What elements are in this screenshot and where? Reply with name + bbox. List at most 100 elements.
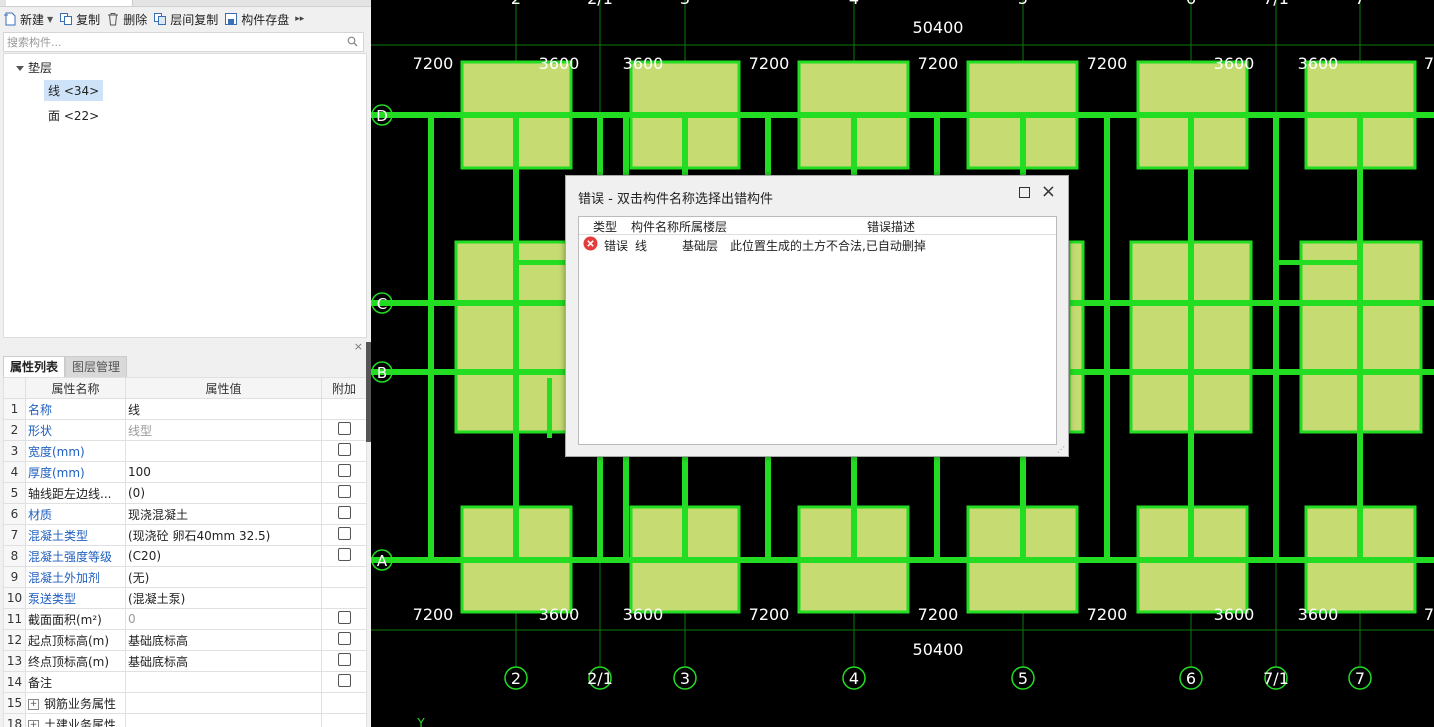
prop-name: 备注 bbox=[25, 671, 126, 693]
property-tabs: 属性列表 图层管理 bbox=[3, 356, 128, 378]
tree-item-area[interactable]: 面 <22> bbox=[48, 107, 99, 124]
table-row[interactable]: 12 起点顶标高(m) 基础底标高 bbox=[3, 629, 367, 651]
prop-value[interactable]: (混凝土泵) bbox=[125, 587, 322, 609]
save-component-button[interactable]: 构件存盘 bbox=[221, 8, 292, 30]
more-button[interactable]: ▸▸ bbox=[292, 8, 307, 30]
table-row[interactable]: 11 截面面积(m²) 0 bbox=[3, 608, 367, 630]
delete-button[interactable]: 删除 bbox=[103, 8, 150, 30]
tree-node-cushion[interactable]: 垫层 bbox=[16, 59, 52, 76]
prop-value[interactable]: (现浇砼 卵石40mm 32.5) bbox=[125, 524, 322, 546]
table-row[interactable]: 3 宽度(mm) bbox=[3, 440, 367, 462]
table-row[interactable]: 13 终点顶标高(m) 基础底标高 bbox=[3, 650, 367, 672]
dimension-label-top: 3600 bbox=[1298, 54, 1339, 73]
prop-value[interactable]: 线 bbox=[125, 398, 322, 420]
prop-value[interactable]: 0 bbox=[125, 608, 322, 630]
extra-checkbox[interactable] bbox=[337, 464, 351, 477]
row-number: 11 bbox=[3, 608, 26, 630]
table-row[interactable]: 6 材质 现浇混凝土 bbox=[3, 503, 367, 525]
prop-name: 截面面积(m²) bbox=[25, 608, 126, 630]
header-type[interactable]: 类型 bbox=[593, 218, 617, 235]
close-icon[interactable]: × bbox=[1041, 181, 1056, 202]
prop-value[interactable] bbox=[125, 440, 322, 462]
table-row[interactable]: 4 厚度(mm) 100 bbox=[3, 461, 367, 483]
new-button[interactable]: 新建 ▼ bbox=[0, 8, 56, 30]
table-row[interactable]: 10 泵送类型 (混凝土泵) bbox=[3, 587, 367, 609]
extra-checkbox[interactable] bbox=[337, 506, 351, 519]
prop-value[interactable]: 100 bbox=[125, 461, 322, 483]
row-number: 8 bbox=[3, 545, 26, 567]
table-row[interactable]: 18 + 土建业务属性 bbox=[3, 713, 367, 727]
copy-icon bbox=[60, 13, 73, 25]
chevron-down-icon[interactable]: ▼ bbox=[47, 15, 53, 24]
prop-name: 厚度(mm) bbox=[25, 461, 126, 483]
expand-plus-icon[interactable]: + bbox=[28, 698, 39, 710]
header-floor[interactable]: 所属楼层 bbox=[679, 218, 727, 235]
dimension-label-bottom: 7200 bbox=[918, 605, 959, 624]
dimension-label-bottom: 7200 bbox=[413, 605, 454, 624]
prop-value[interactable] bbox=[125, 671, 322, 693]
left-panel: 新建 ▼ 复制 删除 层间复制 构件存盘 ▸▸ 垫层 线 < bbox=[0, 0, 371, 727]
row-bubble-label: B bbox=[377, 364, 387, 382]
axis-bubble-label: 4 bbox=[849, 669, 859, 688]
copy-button[interactable]: 复制 bbox=[56, 8, 103, 30]
extra-cell bbox=[321, 650, 367, 672]
row-number: 1 bbox=[3, 398, 26, 420]
tree-item-line[interactable]: 线 <34> bbox=[44, 80, 104, 101]
prop-value[interactable]: 线型 bbox=[125, 419, 322, 441]
extra-checkbox[interactable] bbox=[337, 632, 351, 645]
extra-checkbox[interactable] bbox=[337, 653, 351, 666]
extra-checkbox[interactable] bbox=[337, 674, 351, 687]
prop-value[interactable]: 现浇混凝土 bbox=[125, 503, 322, 525]
extra-cell bbox=[321, 566, 367, 588]
tree-item-label: 面 <22> bbox=[48, 109, 100, 123]
extra-checkbox[interactable] bbox=[337, 422, 351, 435]
table-row[interactable]: 9 混凝土外加剂 (无) bbox=[3, 566, 367, 588]
prop-name: 钢筋业务属性 bbox=[44, 696, 117, 711]
extra-checkbox[interactable] bbox=[337, 527, 351, 540]
dimension-label-top: 3600 bbox=[1214, 54, 1255, 73]
row-number: 4 bbox=[3, 461, 26, 483]
error-component[interactable]: 线 bbox=[635, 237, 647, 254]
prop-group[interactable]: + 土建业务属性 bbox=[25, 713, 126, 727]
table-row[interactable]: 15 + 钢筋业务属性 bbox=[3, 692, 367, 714]
table-row[interactable]: 5 轴线距左边线... (0) bbox=[3, 482, 367, 504]
extra-checkbox[interactable] bbox=[337, 443, 351, 456]
prop-name: 起点顶标高(m) bbox=[25, 629, 126, 651]
extra-checkbox[interactable] bbox=[337, 548, 351, 561]
prop-value[interactable]: (C20) bbox=[125, 545, 322, 567]
tab-layer-management[interactable]: 图层管理 bbox=[65, 356, 128, 378]
expand-plus-icon[interactable]: + bbox=[28, 719, 39, 727]
tab-property-list[interactable]: 属性列表 bbox=[3, 356, 66, 378]
top-tab[interactable] bbox=[6, 0, 133, 6]
axis-bubble-label: 5 bbox=[1018, 669, 1028, 688]
y-axis-label: Y bbox=[416, 716, 425, 727]
dimension-label-top: 7200 bbox=[413, 54, 454, 73]
header-component[interactable]: 构件名称 bbox=[631, 218, 679, 235]
table-row[interactable]: 1 名称线 bbox=[3, 398, 367, 420]
prop-value[interactable]: (0) bbox=[125, 482, 322, 504]
dimension-label-top: 3600 bbox=[539, 54, 580, 73]
extra-cell bbox=[321, 461, 367, 483]
close-icon[interactable]: × bbox=[354, 340, 363, 353]
table-row[interactable]: 8 混凝土强度等级 (C20) bbox=[3, 545, 367, 567]
floor-copy-button[interactable]: 层间复制 bbox=[150, 8, 221, 30]
expand-triangle-icon[interactable] bbox=[16, 66, 24, 71]
prop-value[interactable]: 基础底标高 bbox=[125, 650, 322, 672]
maximize-icon[interactable] bbox=[1019, 187, 1030, 198]
prop-name: 宽度(mm) bbox=[25, 440, 126, 462]
prop-value[interactable]: (无) bbox=[125, 566, 322, 588]
table-row[interactable]: 2 形状 线型 bbox=[3, 419, 367, 441]
error-row[interactable]: 错误 线 基础层 此位置生成的土方不合法,已自动删掉 bbox=[579, 235, 1056, 253]
extra-checkbox[interactable] bbox=[337, 485, 351, 498]
prop-value[interactable]: 基础底标高 bbox=[125, 629, 322, 651]
header-desc[interactable]: 错误描述 bbox=[867, 218, 915, 235]
table-row[interactable]: 7 混凝土类型 (现浇砼 卵石40mm 32.5) bbox=[3, 524, 367, 546]
prop-group[interactable]: + 钢筋业务属性 bbox=[25, 692, 126, 714]
table-row[interactable]: 14 备注 bbox=[3, 671, 367, 693]
error-icon bbox=[583, 236, 598, 254]
extra-checkbox[interactable] bbox=[337, 611, 351, 624]
search-icon[interactable] bbox=[347, 36, 358, 47]
resize-grip-icon[interactable]: ⋰ bbox=[1057, 445, 1065, 454]
search-input[interactable] bbox=[4, 33, 340, 51]
row-number: 6 bbox=[3, 503, 26, 525]
